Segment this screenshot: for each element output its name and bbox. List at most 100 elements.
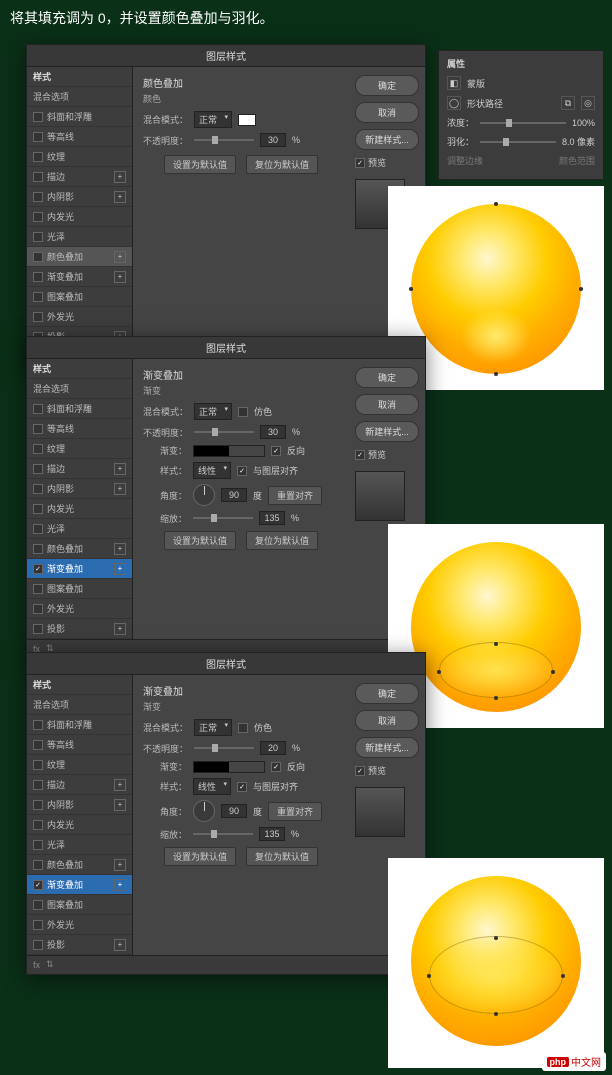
checkbox[interactable] [33,940,43,950]
plus-icon[interactable]: + [114,879,126,891]
set-default-button[interactable]: 设置为默认值 [164,847,236,866]
checkbox[interactable] [33,880,43,890]
style-contour[interactable]: 等高线 [27,735,132,755]
opacity-slider[interactable] [194,431,254,433]
reverse-checkbox[interactable] [271,446,281,456]
style-pattern-overlay[interactable]: 图案叠加 [27,895,132,915]
checkbox[interactable] [33,444,43,454]
blend-options[interactable]: 混合选项 [27,87,132,107]
checkbox[interactable] [33,192,43,202]
checkbox[interactable] [33,780,43,790]
checkbox[interactable] [33,504,43,514]
plus-icon[interactable]: + [114,483,126,495]
plus-icon[interactable]: + [114,191,126,203]
preview-checkbox[interactable] [355,766,365,776]
set-default-button[interactable]: 设置为默认值 [164,155,236,174]
checkbox[interactable] [33,424,43,434]
style-satin[interactable]: 光泽 [27,227,132,247]
checkbox[interactable] [33,584,43,594]
set-default-button[interactable]: 设置为默认值 [164,531,236,550]
checkbox[interactable] [33,860,43,870]
checkbox[interactable] [33,624,43,634]
blend-mode-select[interactable]: 正常 [194,403,232,420]
gradient-picker[interactable] [193,445,265,457]
style-stroke[interactable]: 描边+ [27,167,132,187]
checkbox[interactable] [33,112,43,122]
gradient-style-select[interactable]: 线性 [193,778,231,795]
style-texture[interactable]: 纹理 [27,147,132,167]
plus-icon[interactable]: + [114,623,126,635]
style-color-overlay[interactable]: 颜色叠加+ [27,539,132,559]
new-style-button[interactable]: 新建样式... [355,129,419,150]
cancel-button[interactable]: 取消 [355,102,419,123]
style-pattern-overlay[interactable]: 图案叠加 [27,287,132,307]
checkbox[interactable] [33,920,43,930]
style-contour[interactable]: 等高线 [27,127,132,147]
style-texture[interactable]: 纹理 [27,755,132,775]
style-inner-glow[interactable]: 内发光 [27,207,132,227]
plus-icon[interactable]: + [114,171,126,183]
checkbox[interactable] [33,900,43,910]
feather-slider[interactable] [480,141,556,143]
reset-default-button[interactable]: 复位为默认值 [246,155,318,174]
opacity-input[interactable]: 30 [260,425,286,439]
opacity-input[interactable]: 20 [260,741,286,755]
style-pattern-overlay[interactable]: 图案叠加 [27,579,132,599]
angle-dial[interactable] [193,484,215,506]
opacity-input[interactable]: 30 [260,133,286,147]
style-drop-shadow[interactable]: 投影+ [27,935,132,955]
checkbox[interactable] [33,272,43,282]
mask-icon[interactable]: ◧ [447,76,461,90]
plus-icon[interactable]: + [114,779,126,791]
up-down-icon[interactable]: ⇅ [46,959,58,971]
preview-checkbox[interactable] [355,450,365,460]
style-outer-glow[interactable]: 外发光 [27,915,132,935]
color-swatch[interactable] [238,114,256,126]
angle-dial[interactable] [193,800,215,822]
gradient-style-select[interactable]: 线性 [193,462,231,479]
plus-icon[interactable]: + [114,939,126,951]
checkbox[interactable] [33,820,43,830]
checkbox[interactable] [33,604,43,614]
style-gradient-overlay[interactable]: 渐变叠加+ [27,267,132,287]
style-stroke[interactable]: 描边+ [27,459,132,479]
plus-icon[interactable]: + [114,563,126,575]
style-drop-shadow[interactable]: 投影+ [27,619,132,639]
plus-icon[interactable]: + [114,543,126,555]
checkbox[interactable] [33,232,43,242]
checkbox[interactable] [33,720,43,730]
blend-options[interactable]: 混合选项 [27,379,132,399]
style-bevel[interactable]: 斜面和浮雕 [27,715,132,735]
preview-checkbox[interactable] [355,158,365,168]
style-texture[interactable]: 纹理 [27,439,132,459]
checkbox[interactable] [33,292,43,302]
checkbox[interactable] [33,212,43,222]
cancel-button[interactable]: 取消 [355,394,419,415]
style-inner-glow[interactable]: 内发光 [27,499,132,519]
style-gradient-overlay[interactable]: 渐变叠加+ [27,559,132,579]
gradient-picker[interactable] [193,761,265,773]
style-inner-shadow[interactable]: 内阴影+ [27,479,132,499]
checkbox[interactable] [33,800,43,810]
style-inner-glow[interactable]: 内发光 [27,815,132,835]
shape-path-icon[interactable]: ◯ [447,96,461,110]
align-checkbox[interactable] [237,782,247,792]
align-checkbox[interactable] [237,466,247,476]
style-inner-shadow[interactable]: 内阴影+ [27,795,132,815]
angle-input[interactable]: 90 [221,804,247,818]
reset-default-button[interactable]: 复位为默认值 [246,847,318,866]
checkbox[interactable] [33,404,43,414]
density-slider[interactable] [480,122,566,124]
checkbox[interactable] [33,132,43,142]
reset-default-button[interactable]: 复位为默认值 [246,531,318,550]
checkbox[interactable] [33,840,43,850]
scale-slider[interactable] [193,517,253,519]
opacity-slider[interactable] [194,747,254,749]
checkbox[interactable] [33,312,43,322]
angle-input[interactable]: 90 [221,488,247,502]
link-icon[interactable]: ⧉ [561,96,575,110]
ok-button[interactable]: 确定 [355,75,419,96]
checkbox[interactable] [33,544,43,554]
plus-icon[interactable]: + [114,251,126,263]
scale-input[interactable]: 135 [259,827,285,841]
